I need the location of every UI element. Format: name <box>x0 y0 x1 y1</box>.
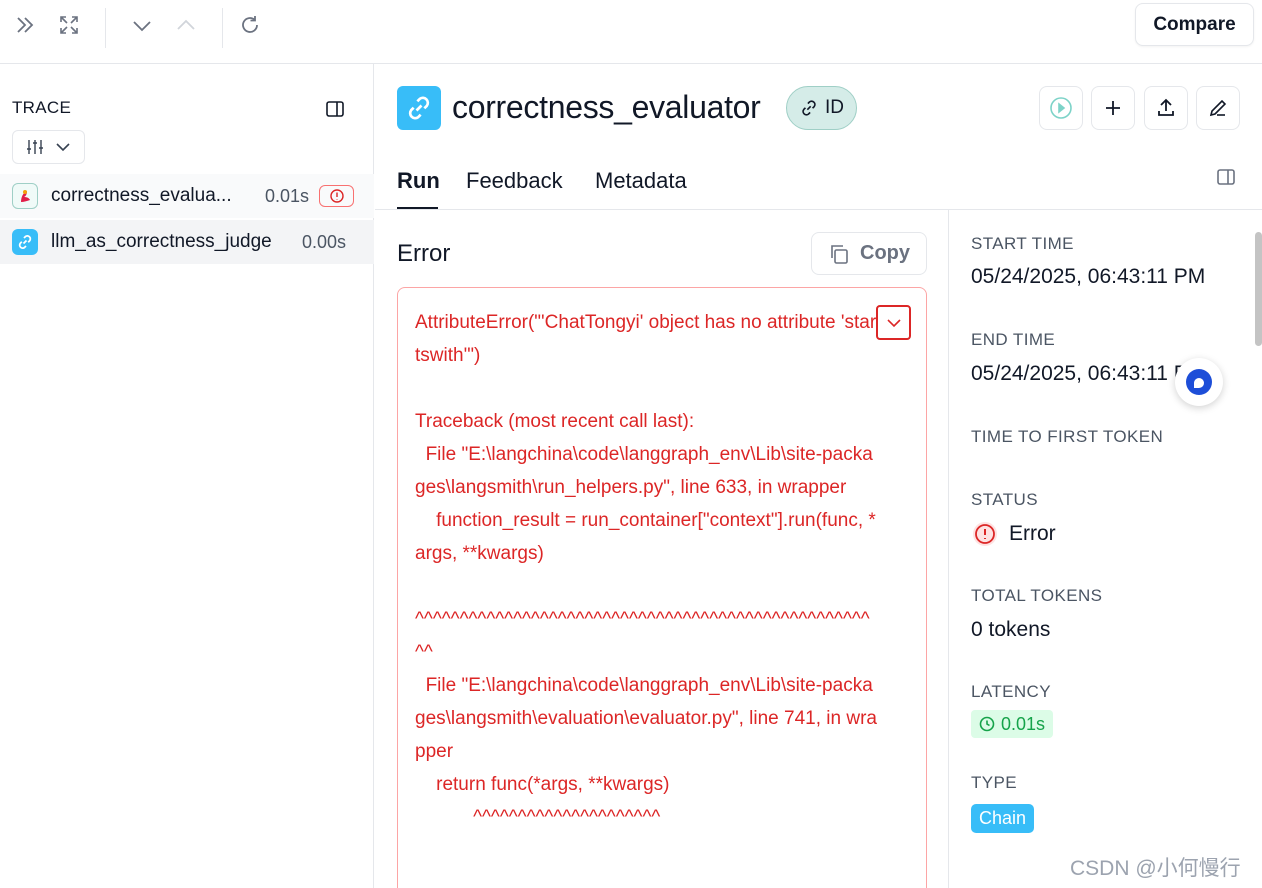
trace-row[interactable]: correctness_evalua... 0.01s <box>0 174 374 218</box>
link-icon <box>397 86 441 130</box>
link-icon <box>802 100 816 116</box>
tab-feedback[interactable]: Feedback <box>466 168 563 194</box>
plus-icon <box>1106 101 1120 115</box>
bird-icon <box>12 183 38 209</box>
watermark: CSDN @小何慢行 <box>1070 857 1241 880</box>
tab-metadata[interactable]: Metadata <box>595 168 687 194</box>
total-tokens-value: 0 tokens <box>971 618 1051 641</box>
copy-button[interactable]: Copy <box>811 232 927 275</box>
scrollbar[interactable] <box>1253 218 1262 888</box>
status-text: Error <box>1009 522 1056 545</box>
refresh-icon[interactable] <box>234 10 266 40</box>
toolbar-divider <box>105 8 106 48</box>
id-badge-label: ID <box>825 97 844 118</box>
add-button[interactable] <box>1091 86 1135 130</box>
chat-bubble-button[interactable] <box>1175 358 1223 406</box>
copy-icon <box>831 244 848 264</box>
chevron-down-icon <box>886 318 901 327</box>
trace-row-name: correctness_evalua... <box>51 185 232 206</box>
chevron-up-icon[interactable] <box>170 10 202 40</box>
pencil-icon <box>1209 99 1227 117</box>
trace-row-duration: 0.01s <box>265 185 310 206</box>
filter-dropdown[interactable] <box>12 130 85 164</box>
end-time-value: 05/24/2025, 06:43:11 PM <box>971 362 1206 385</box>
collapse-error-button[interactable] <box>876 305 911 340</box>
error-message: AttributeError("'ChatTongyi' object has … <box>415 312 877 828</box>
share-button[interactable] <box>1144 86 1188 130</box>
upload-icon <box>1158 98 1174 116</box>
playground-button[interactable] <box>1039 86 1083 130</box>
tab-run[interactable]: Run <box>397 168 440 194</box>
expand-icon[interactable] <box>53 10 85 40</box>
chevron-down-icon <box>56 143 70 152</box>
alert-circle-icon <box>973 522 997 546</box>
start-time-value: 05/24/2025, 06:43:11 PM <box>971 265 1206 288</box>
trace-row-name: llm_as_correctness_judge <box>51 231 272 252</box>
type-label: TYPE <box>971 773 1018 792</box>
total-tokens-label: TOTAL TOKENS <box>971 586 1103 605</box>
status-value: Error <box>971 520 1056 548</box>
ttft-label: TIME TO FIRST TOKEN <box>971 427 1164 446</box>
sliders-icon <box>27 140 44 154</box>
panel-divider <box>948 210 949 888</box>
collapse-sidebar-icon[interactable] <box>9 10 41 40</box>
type-badge: Chain <box>971 804 1035 833</box>
trace-panel: TRACE correctness_evalua... 0.01s llm_as… <box>0 64 374 888</box>
error-message-box: AttributeError("'ChatTongyi' object has … <box>397 287 927 888</box>
chevron-down-icon[interactable] <box>126 10 158 40</box>
trace-row[interactable]: llm_as_correctness_judge 0.00s <box>0 220 374 264</box>
error-heading: Error <box>397 240 451 267</box>
start-time-label: START TIME <box>971 234 1074 253</box>
status-label: STATUS <box>971 490 1038 509</box>
latency-badge: 0.01s <box>971 710 1054 738</box>
alert-circle-icon <box>329 189 344 203</box>
latency-label: LATENCY <box>971 682 1051 701</box>
compare-button[interactable]: Compare <box>1135 3 1254 46</box>
top-toolbar: Compare <box>0 0 1262 64</box>
page-title: correctness_evaluator <box>452 89 761 125</box>
clock-icon <box>979 716 995 732</box>
copy-label: Copy <box>860 242 910 264</box>
error-badge <box>319 185 354 207</box>
chat-icon <box>1186 369 1212 395</box>
trace-title: TRACE <box>12 98 72 117</box>
panel-toggle-icon[interactable] <box>1215 166 1237 188</box>
trace-row-duration: 0.00s <box>302 231 347 252</box>
latency-value: 0.01s <box>1001 713 1046 734</box>
edit-button[interactable] <box>1196 86 1240 130</box>
play-circle-icon <box>1050 97 1072 119</box>
panel-toggle-icon[interactable] <box>324 98 346 120</box>
link-icon <box>12 229 38 255</box>
tabs-divider <box>375 209 1262 210</box>
end-time-label: END TIME <box>971 330 1056 349</box>
toolbar-divider <box>222 8 223 48</box>
id-badge[interactable]: ID <box>786 86 857 130</box>
scroll-thumb[interactable] <box>1255 232 1262 346</box>
